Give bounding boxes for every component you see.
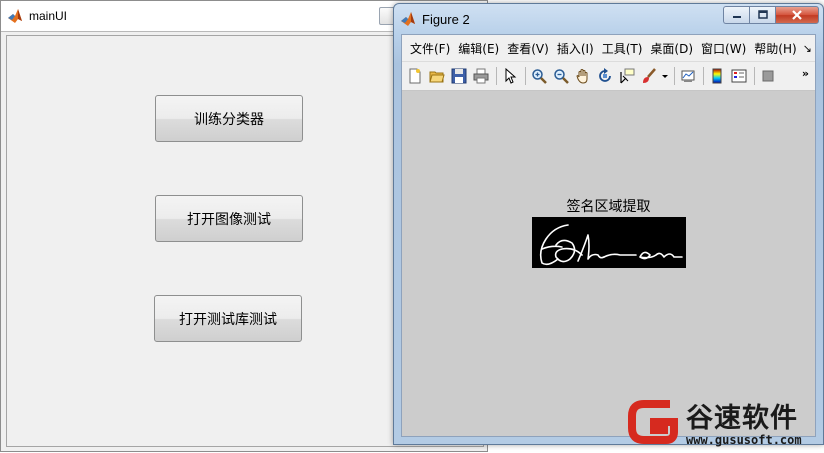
open-image-test-button[interactable]: 打开图像测试 [155,195,303,242]
menu-window[interactable]: 窗口(W) [697,40,750,57]
close-icon [792,10,802,20]
close-button[interactable] [775,6,819,24]
open-file-icon[interactable] [427,66,447,86]
figure-toolbar: » [402,62,815,91]
rotate-3d-icon[interactable] [595,66,615,86]
data-cursor-icon[interactable] [617,66,637,86]
figure-title: Figure 2 [422,11,470,27]
figure-menubar: 文件(F) 编辑(E) 查看(V) 插入(I) 工具(T) 桌面(D) 窗口(W… [402,35,815,62]
menu-edit[interactable]: 编辑(E) [454,40,503,57]
matlab-icon [7,8,23,24]
signature-image [532,217,686,268]
minimize-icon [732,16,741,18]
toolbar-separator [525,67,526,85]
figure-window: Figure 2 文件(F) 编辑(E) 查看(V) 插入(I) 工具(T) 桌… [393,3,824,445]
plot-tools-icon[interactable] [758,66,778,86]
watermark-url: www.gususoft.com [686,433,802,447]
caption-buttons [723,6,819,24]
watermark-name: 谷速软件 [686,403,798,434]
menu-insert[interactable]: 插入(I) [553,40,598,57]
colorbar-icon[interactable] [707,66,727,86]
menu-tools[interactable]: 工具(T) [598,40,647,57]
figure-canvas: 签名区域提取 [402,91,815,436]
legend-icon[interactable] [729,66,749,86]
pan-hand-icon[interactable] [573,66,593,86]
zoom-in-icon[interactable] [529,66,549,86]
link-plot-icon[interactable] [678,66,698,86]
mainui-title: mainUI [29,9,68,23]
figure-client-area: 文件(F) 编辑(E) 查看(V) 插入(I) 工具(T) 桌面(D) 窗口(W… [401,34,816,437]
gususoft-logo-icon [628,400,678,444]
toolbar-separator [496,67,497,85]
toolbar-separator [703,67,704,85]
open-database-test-button[interactable]: 打开测试库测试 [154,295,302,342]
brush-dropdown-icon[interactable] [661,66,669,86]
brush-icon[interactable] [639,66,659,86]
toolbar-overflow-icon[interactable]: » [802,67,809,80]
figure-titlebar[interactable]: Figure 2 [394,4,823,34]
double-chevron-right-icon[interactable]: ↘ [803,42,812,55]
watermark: 谷速软件 www.gususoft.com [620,390,824,453]
signature-strokes [539,224,683,266]
menu-desktop[interactable]: 桌面(D) [646,40,697,57]
matlab-icon [400,11,416,27]
axes-title: 签名区域提取 [566,199,651,215]
zoom-out-icon[interactable] [551,66,571,86]
menu-help[interactable]: 帮助(H) [750,40,800,57]
menu-view[interactable]: 查看(V) [503,40,553,57]
pointer-icon[interactable] [500,66,520,86]
save-icon[interactable] [449,66,469,86]
toolbar-separator [754,67,755,85]
print-icon[interactable] [471,66,491,86]
train-classifier-button[interactable]: 训练分类器 [155,95,303,142]
maximize-icon [757,10,768,19]
minimize-button[interactable] [723,6,749,24]
maximize-button[interactable] [749,6,775,24]
new-figure-icon[interactable] [405,66,425,86]
toolbar-separator [674,67,675,85]
menu-file[interactable]: 文件(F) [406,40,454,57]
